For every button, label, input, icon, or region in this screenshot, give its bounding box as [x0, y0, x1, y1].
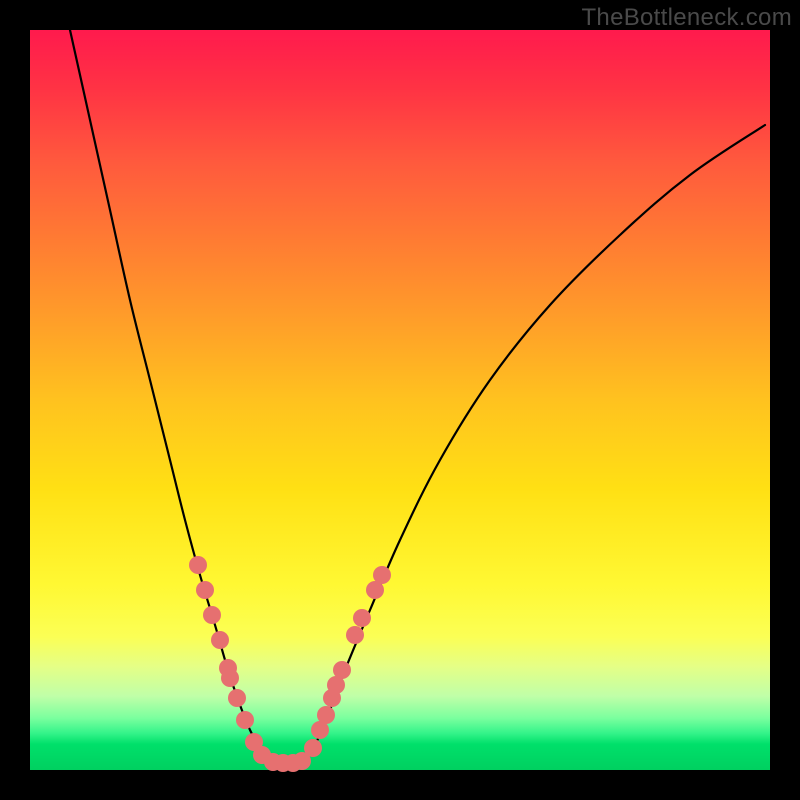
curve-svg: [30, 30, 770, 770]
data-dot: [346, 626, 364, 644]
data-dot: [189, 556, 207, 574]
bottleneck-curve: [70, 30, 765, 763]
watermark-text: TheBottleneck.com: [581, 4, 792, 32]
plot-area: [30, 30, 770, 770]
data-dots: [189, 556, 391, 772]
chart-frame: TheBottleneck.com: [0, 0, 800, 800]
data-dot: [196, 581, 214, 599]
data-dot: [211, 631, 229, 649]
data-dot: [373, 566, 391, 584]
data-dot: [203, 606, 221, 624]
data-dot: [333, 661, 351, 679]
data-dot: [353, 609, 371, 627]
data-dot: [228, 689, 246, 707]
data-dot: [317, 706, 335, 724]
data-dot: [304, 739, 322, 757]
data-dot: [221, 669, 239, 687]
data-dot: [236, 711, 254, 729]
